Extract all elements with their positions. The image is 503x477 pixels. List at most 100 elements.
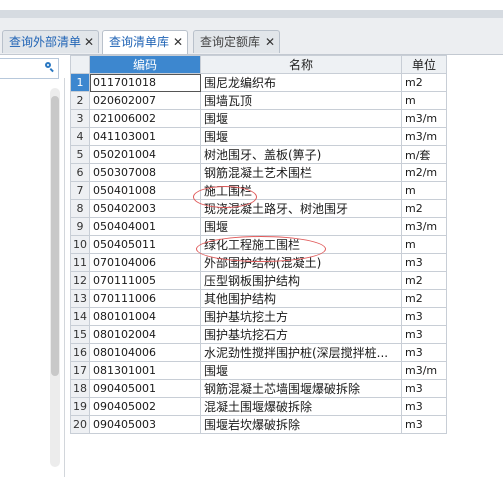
cell-name[interactable]: 施工围栏 <box>200 181 402 200</box>
cell-unit[interactable]: m3 <box>401 415 447 434</box>
cell-code[interactable]: 050401008 <box>89 181 201 200</box>
table-row[interactable]: 3 021006002 围堰 m3/m <box>70 109 447 128</box>
column-header-code[interactable]: 编码 <box>89 55 201 74</box>
cell-code[interactable]: 050201004 <box>89 145 201 164</box>
row-number[interactable]: 4 <box>70 127 90 146</box>
cell-code[interactable]: 050402003 <box>89 199 201 218</box>
row-number[interactable]: 8 <box>70 199 90 218</box>
close-icon[interactable]: ✕ <box>173 31 183 53</box>
cell-name[interactable]: 树池围牙、盖板(箅子) <box>200 145 402 164</box>
cell-unit[interactable]: m/套 <box>401 145 447 164</box>
row-number[interactable]: 3 <box>70 109 90 128</box>
cell-name[interactable]: 围堰 <box>200 127 402 146</box>
table-row[interactable]: 9 050404001 围堰 m3/m <box>70 217 447 236</box>
cell-unit[interactable]: m3/m <box>401 127 447 146</box>
table-row[interactable]: 16 080104006 水泥劲性搅拌围护桩(深层搅拌桩... m3 <box>70 343 447 362</box>
table-row[interactable]: 2 020602007 围墙瓦顶 m <box>70 91 447 110</box>
cell-code[interactable]: 090405001 <box>89 379 201 398</box>
cell-code[interactable]: 080104006 <box>89 343 201 362</box>
close-icon[interactable]: ✕ <box>84 31 94 53</box>
cell-name[interactable]: 混凝土围堰爆破拆除 <box>200 397 402 416</box>
close-icon[interactable]: ✕ <box>265 31 275 53</box>
table-row[interactable]: 20 090405003 围堰岩坎爆破拆除 m3 <box>70 415 447 434</box>
cell-code[interactable]: 081301001 <box>89 361 201 380</box>
scrollbar-thumb[interactable] <box>51 96 59 376</box>
cell-unit[interactable]: m2 <box>401 73 447 92</box>
tab-query-external-list[interactable]: 查询外部清单 ✕ <box>2 30 99 53</box>
cell-name[interactable]: 其他围护结构 <box>200 289 402 308</box>
row-number[interactable]: 15 <box>70 325 90 344</box>
cell-unit[interactable]: m3 <box>401 307 447 326</box>
row-number[interactable]: 16 <box>70 343 90 362</box>
row-number[interactable]: 18 <box>70 379 90 398</box>
table-row[interactable]: 4 041103001 围堰 m3/m <box>70 127 447 146</box>
cell-code[interactable]: 050404001 <box>89 217 201 236</box>
table-row[interactable]: 13 070111006 其他围护结构 m2 <box>70 289 447 308</box>
row-number[interactable]: 2 <box>70 91 90 110</box>
cell-unit[interactable]: m <box>401 181 447 200</box>
cell-name[interactable]: 水泥劲性搅拌围护桩(深层搅拌桩... <box>200 343 402 362</box>
table-row[interactable]: 10 050405011 绿化工程施工围栏 m <box>70 235 447 254</box>
cell-name[interactable]: 围堰 <box>200 109 402 128</box>
cell-unit[interactable]: m3 <box>401 379 447 398</box>
row-number[interactable]: 7 <box>70 181 90 200</box>
cell-unit[interactable]: m3 <box>401 343 447 362</box>
row-number[interactable]: 17 <box>70 361 90 380</box>
cell-name[interactable]: 绿化工程施工围栏 <box>200 235 402 254</box>
cell-unit[interactable]: m3 <box>401 325 447 344</box>
cell-name[interactable]: 现浇混凝土路牙、树池围牙 <box>200 199 402 218</box>
cell-name[interactable]: 围护基坑挖土方 <box>200 307 402 326</box>
table-row[interactable]: 17 081301001 围堰 m3/m <box>70 361 447 380</box>
cell-unit[interactable]: m2 <box>401 199 447 218</box>
cell-code[interactable]: 070104006 <box>89 253 201 272</box>
cell-unit[interactable]: m3/m <box>401 361 447 380</box>
cell-name[interactable]: 围堰 <box>200 361 402 380</box>
tab-query-list-library[interactable]: 查询清单库 ✕ <box>102 30 188 54</box>
cell-name[interactable]: 钢筋混凝土艺术围栏 <box>200 163 402 182</box>
cell-name[interactable]: 围护基坑挖石方 <box>200 325 402 344</box>
search-icon[interactable] <box>45 62 54 73</box>
cell-unit[interactable]: m <box>401 235 447 254</box>
cell-code[interactable]: 080101004 <box>89 307 201 326</box>
cell-name[interactable]: 围堰 <box>200 217 402 236</box>
row-number[interactable]: 13 <box>70 289 90 308</box>
table-row[interactable]: 5 050201004 树池围牙、盖板(箅子) m/套 <box>70 145 447 164</box>
row-number[interactable]: 6 <box>70 163 90 182</box>
table-row[interactable]: 19 090405002 混凝土围堰爆破拆除 m3 <box>70 397 447 416</box>
cell-code[interactable]: 021006002 <box>89 109 201 128</box>
cell-name[interactable]: 围堰岩坎爆破拆除 <box>200 415 402 434</box>
table-row[interactable]: 7 050401008 施工围栏 m <box>70 181 447 200</box>
column-header-name[interactable]: 名称 <box>200 55 402 74</box>
row-number[interactable]: 20 <box>70 415 90 434</box>
cell-unit[interactable]: m3 <box>401 397 447 416</box>
cell-code[interactable]: 020602007 <box>89 91 201 110</box>
cell-unit[interactable]: m3/m <box>401 109 447 128</box>
cell-unit[interactable]: m3 <box>401 253 447 272</box>
row-number[interactable]: 1 <box>70 73 90 92</box>
cell-name[interactable]: 围墙瓦顶 <box>200 91 402 110</box>
cell-code[interactable]: 050405011 <box>89 235 201 254</box>
cell-unit[interactable]: m3/m <box>401 217 447 236</box>
row-number[interactable]: 9 <box>70 217 90 236</box>
cell-unit[interactable]: m <box>401 91 447 110</box>
cell-code[interactable]: 041103001 <box>89 127 201 146</box>
row-number[interactable]: 14 <box>70 307 90 326</box>
table-row[interactable]: 14 080101004 围护基坑挖土方 m3 <box>70 307 447 326</box>
row-number[interactable]: 12 <box>70 271 90 290</box>
cell-code[interactable]: 090405002 <box>89 397 201 416</box>
cell-code[interactable]: 090405003 <box>89 415 201 434</box>
cell-name[interactable]: 压型钢板围护结构 <box>200 271 402 290</box>
cell-name[interactable]: 外部围护结构(混凝土) <box>200 253 402 272</box>
row-number[interactable]: 10 <box>70 235 90 254</box>
cell-unit[interactable]: m2 <box>401 271 447 290</box>
table-row[interactable]: 12 070111005 压型钢板围护结构 m2 <box>70 271 447 290</box>
cell-code[interactable]: 050307008 <box>89 163 201 182</box>
cell-unit[interactable]: m2/m <box>401 163 447 182</box>
tab-query-quota-library[interactable]: 查询定额库 ✕ <box>193 30 280 53</box>
cell-code[interactable]: 011701018 <box>89 73 201 92</box>
row-number[interactable]: 19 <box>70 397 90 416</box>
row-number[interactable]: 11 <box>70 253 90 272</box>
table-row[interactable]: 8 050402003 现浇混凝土路牙、树池围牙 m2 <box>70 199 447 218</box>
column-header-unit[interactable]: 单位 <box>401 55 447 74</box>
table-row[interactable]: 11 070104006 外部围护结构(混凝土) m3 <box>70 253 447 272</box>
